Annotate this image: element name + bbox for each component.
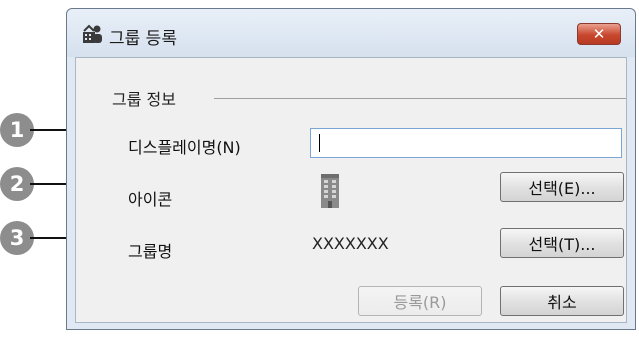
callout-2-number: 2 xyxy=(9,172,25,196)
callout-2: 2 xyxy=(0,167,34,201)
group-register-icon xyxy=(83,24,102,43)
callout-3-number: 3 xyxy=(9,226,25,250)
group-info-heading: 그룹 정보 xyxy=(112,90,176,109)
title-bar: 그룹 등록 ✕ xyxy=(67,9,635,57)
register-button[interactable]: 등록(R) xyxy=(358,286,482,316)
cancel-button[interactable]: 취소 xyxy=(500,286,624,316)
building-icon xyxy=(321,174,339,208)
group-info-divider xyxy=(214,98,626,99)
icon-label: 아이콘 xyxy=(128,190,173,209)
dialog-title: 그룹 등록 xyxy=(109,29,177,49)
group-name-label: 그룹명 xyxy=(128,242,173,261)
display-name-input[interactable] xyxy=(310,128,622,158)
callout-1: 1 xyxy=(0,113,34,147)
text-caret xyxy=(319,134,320,152)
display-name-label: 디스플레이명(N) xyxy=(128,138,241,157)
dialog-body: 그룹 정보 디스플레이명(N) 아이콘 선택(E)... 그룹명 XXXXXXX… xyxy=(75,57,627,323)
close-button[interactable]: ✕ xyxy=(577,23,621,45)
select-group-button[interactable]: 선택(T)... xyxy=(500,228,624,258)
group-register-dialog: 그룹 등록 ✕ 그룹 정보 디스플레이명(N) 아이콘 선택(E)... 그룹명 xyxy=(66,8,636,330)
callout-1-number: 1 xyxy=(9,118,25,142)
group-name-value: XXXXXXX xyxy=(312,234,389,253)
close-icon: ✕ xyxy=(592,24,606,43)
callout-3: 3 xyxy=(0,221,34,255)
select-icon-button[interactable]: 선택(E)... xyxy=(500,172,624,202)
